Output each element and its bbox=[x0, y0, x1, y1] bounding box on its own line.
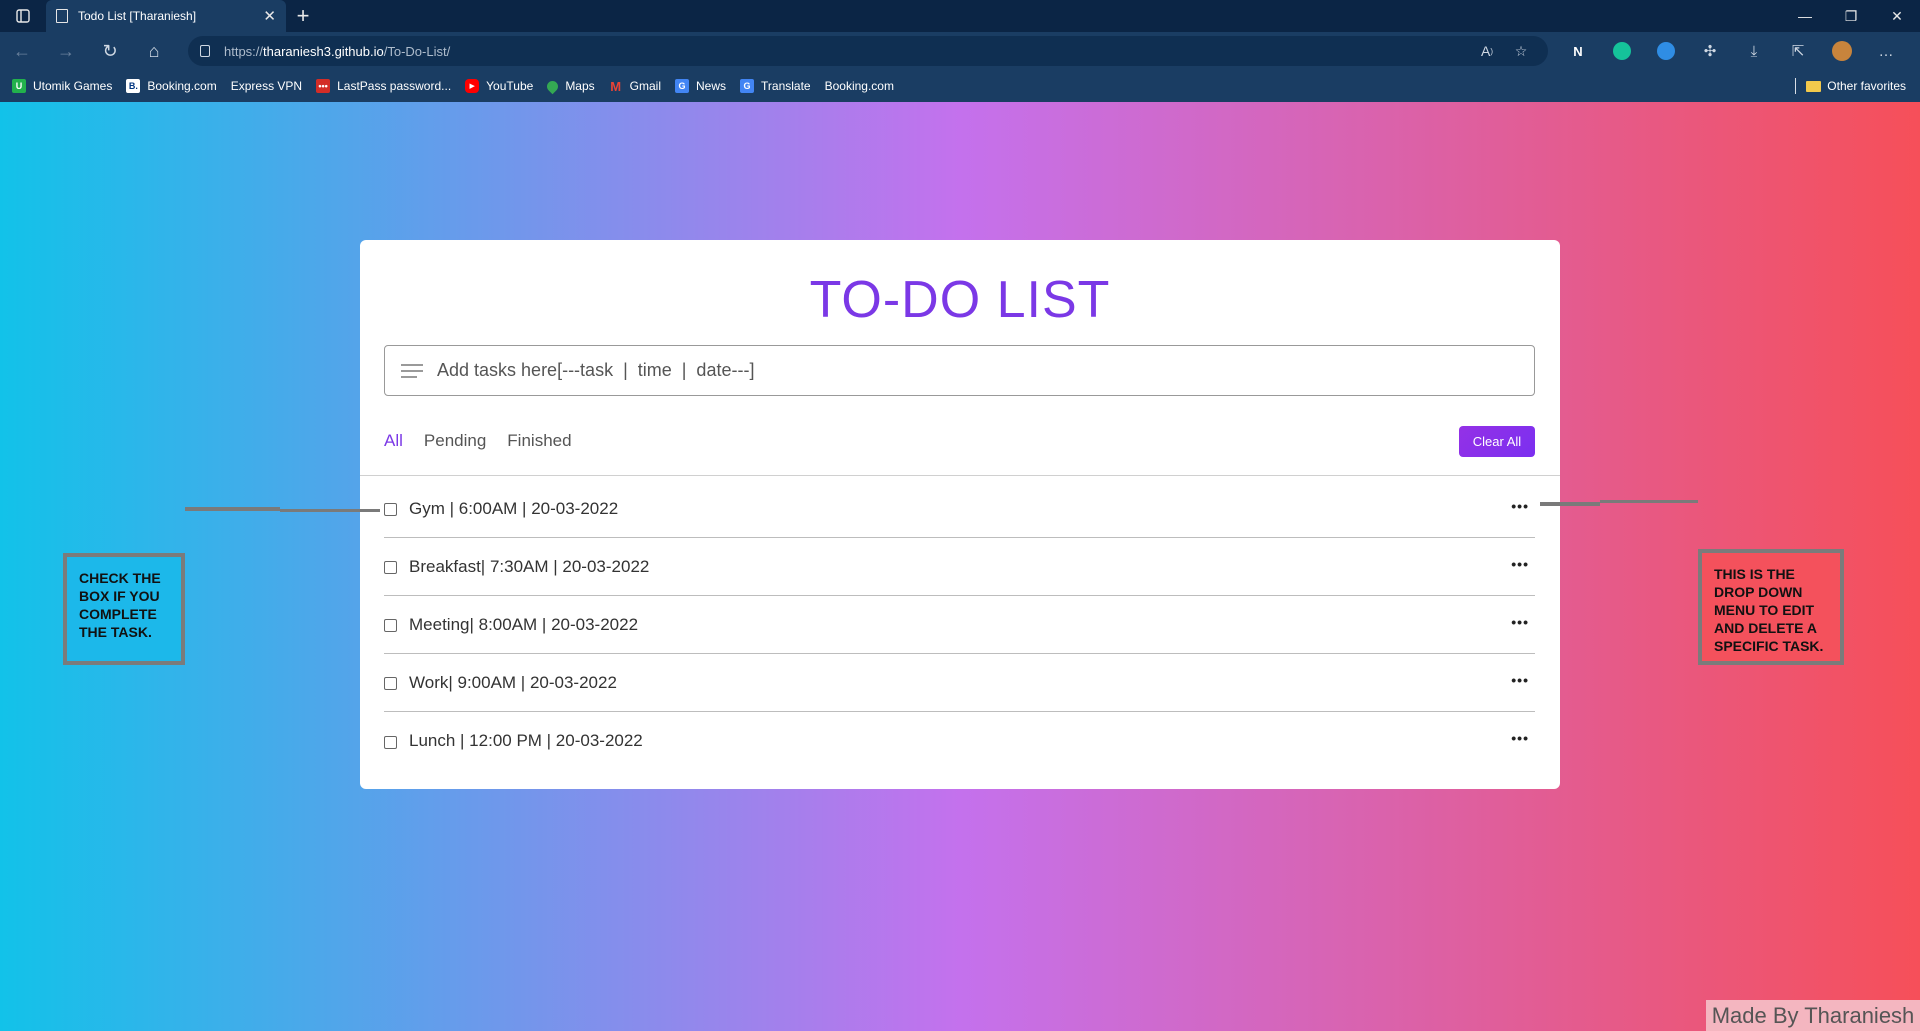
new-tab-button[interactable]: + bbox=[286, 0, 320, 32]
maps-icon bbox=[545, 78, 561, 94]
task-checkbox[interactable] bbox=[384, 561, 397, 574]
task-menu-icon[interactable]: ••• bbox=[1511, 498, 1529, 514]
share-icon[interactable]: ⇱ bbox=[1776, 33, 1820, 69]
lock-icon[interactable] bbox=[200, 45, 210, 57]
utomik-icon: U bbox=[12, 79, 26, 93]
task-row: Gym | 6:00AM | 20-03-2022 ••• bbox=[384, 480, 1535, 538]
youtube-icon: ▶ bbox=[465, 79, 480, 93]
news-icon: G bbox=[675, 79, 689, 93]
home-icon[interactable]: ⌂ bbox=[132, 32, 176, 70]
favorites-bar: U Utomik Games B. Booking.com Express VPN … bbox=[0, 70, 1920, 185]
task-input-wrapper bbox=[384, 345, 1535, 396]
favorite-booking[interactable]: B. Booking.com bbox=[126, 79, 217, 93]
favorite-booking-2[interactable]: Booking.com bbox=[0, 79, 894, 185]
tab-close-icon[interactable]: ✕ bbox=[263, 7, 276, 25]
browser-titlebar: Todo List [Tharaniesh] ✕ + — ❐ ✕ bbox=[0, 0, 1920, 32]
favorite-news[interactable]: G News bbox=[675, 79, 726, 93]
tab-title: Todo List [Tharaniesh] bbox=[78, 9, 197, 23]
folder-icon bbox=[1806, 80, 1822, 92]
booking-icon: B. bbox=[126, 79, 141, 93]
extensions-area: N ✣ ⤓ ⇱ … bbox=[1556, 33, 1908, 69]
tab-actions-icon[interactable] bbox=[0, 0, 46, 32]
translate-icon: G bbox=[740, 79, 755, 93]
minimize-icon[interactable]: — bbox=[1782, 0, 1828, 32]
task-menu-icon[interactable]: ••• bbox=[1511, 730, 1529, 746]
filter-tabs: All Pending Finished bbox=[384, 431, 593, 451]
url-scheme: https:// bbox=[224, 43, 264, 59]
task-menu-icon[interactable]: ••• bbox=[1511, 556, 1529, 572]
task-row: Meeting| 8:00AM | 20-03-2022 ••• bbox=[384, 596, 1535, 654]
back-icon[interactable]: ← bbox=[0, 32, 44, 70]
annotation-menu-note: THIS IS THE DROP DOWN MENU TO EDIT AND D… bbox=[1698, 549, 1844, 665]
close-window-icon[interactable]: ✕ bbox=[1874, 0, 1920, 32]
annotation-checkbox-note: CHECK THE BOX IF YOU COMPLETE THE TASK. bbox=[63, 553, 185, 665]
clear-all-button[interactable]: Clear All bbox=[1459, 426, 1535, 457]
favorite-express-vpn[interactable]: Express VPN bbox=[0, 79, 302, 185]
task-checkbox[interactable] bbox=[384, 677, 397, 690]
refresh-icon[interactable]: ↻ bbox=[88, 32, 132, 70]
annotation-connector-right-2 bbox=[1600, 500, 1698, 503]
url-host: tharaniesh3.github.io bbox=[263, 43, 384, 59]
downloads-icon[interactable]: ⤓ bbox=[1732, 33, 1776, 69]
grammarly-extension-icon[interactable] bbox=[1600, 33, 1644, 69]
filter-all[interactable]: All bbox=[384, 431, 403, 451]
task-text: Meeting| 8:00AM | 20-03-2022 bbox=[409, 614, 639, 634]
window-controls: — ❐ ✕ bbox=[1782, 0, 1920, 32]
vpn-extension-icon[interactable] bbox=[1644, 33, 1688, 69]
extensions-icon[interactable]: ✣ bbox=[1688, 33, 1732, 69]
task-text: Gym | 6:00AM | 20-03-2022 bbox=[409, 498, 619, 518]
annotation-connector-right bbox=[1540, 502, 1600, 506]
profile-avatar[interactable] bbox=[1820, 33, 1864, 69]
lastpass-icon: ••• bbox=[316, 79, 331, 93]
add-favorite-icon[interactable]: ☆ bbox=[1504, 37, 1538, 65]
more-options-icon[interactable]: … bbox=[1864, 33, 1908, 69]
filter-pending[interactable]: Pending bbox=[424, 431, 486, 451]
page-background: TO-DO LIST All Pending Finished Clear Al… bbox=[0, 102, 1920, 1031]
task-text: Lunch | 12:00 PM | 20-03-2022 bbox=[409, 731, 643, 750]
favorite-utomik[interactable]: U Utomik Games bbox=[12, 79, 112, 93]
forward-icon[interactable]: → bbox=[44, 32, 88, 70]
annotation-connector-left bbox=[185, 507, 280, 511]
gmail-icon: M bbox=[610, 78, 622, 94]
filter-finished[interactable]: Finished bbox=[507, 431, 571, 451]
task-row: Work| 9:00AM | 20-03-2022 ••• bbox=[384, 654, 1535, 712]
task-menu-icon[interactable]: ••• bbox=[1511, 672, 1529, 688]
task-text: Breakfast| 7:30AM | 20-03-2022 bbox=[409, 556, 650, 576]
restore-icon[interactable]: ❐ bbox=[1828, 0, 1874, 32]
annotation-connector-left-2 bbox=[280, 509, 380, 512]
favorite-gmail[interactable]: M Gmail bbox=[609, 78, 661, 94]
task-input[interactable] bbox=[437, 360, 1517, 381]
url-field[interactable]: https://tharaniesh3.github.io/To-Do-List… bbox=[188, 36, 1548, 66]
task-row: Breakfast| 7:30AM | 20-03-2022 ••• bbox=[384, 538, 1535, 596]
task-checkbox[interactable] bbox=[384, 619, 397, 632]
favorites-divider bbox=[1795, 78, 1797, 94]
read-aloud-icon[interactable]: A) bbox=[1470, 37, 1504, 65]
app-title: TO-DO LIST bbox=[809, 271, 1111, 329]
favorite-translate[interactable]: G Translate bbox=[740, 79, 811, 93]
notion-extension-icon[interactable]: N bbox=[1556, 33, 1600, 69]
favorite-youtube[interactable]: ▶ YouTube bbox=[465, 79, 533, 93]
url-path: /To-Do-List/ bbox=[383, 43, 451, 59]
task-checkbox[interactable] bbox=[384, 735, 397, 749]
favorite-lastpass[interactable]: ••• LastPass password... bbox=[316, 79, 451, 93]
task-row: Lunch | 12:00 PM | 20-03-2022 ••• bbox=[384, 712, 1535, 770]
watermark: Made By Tharaniesh bbox=[1706, 1000, 1920, 1031]
divider bbox=[360, 475, 1560, 476]
favorite-maps[interactable]: Maps bbox=[545, 78, 595, 94]
browser-tab[interactable]: Todo List [Tharaniesh] ✕ bbox=[46, 0, 286, 32]
page-icon bbox=[56, 9, 68, 23]
task-text: Work| 9:00AM | 20-03-2022 bbox=[409, 672, 617, 692]
task-menu-icon[interactable]: ••• bbox=[1511, 614, 1529, 630]
task-list: Gym | 6:00AM | 20-03-2022 ••• Breakfast|… bbox=[384, 480, 1535, 770]
notes-icon bbox=[401, 363, 423, 378]
todo-card: TO-DO LIST All Pending Finished Clear Al… bbox=[360, 240, 1560, 789]
task-checkbox[interactable] bbox=[384, 503, 397, 516]
other-favorites[interactable]: Other favorites bbox=[1795, 70, 1906, 102]
